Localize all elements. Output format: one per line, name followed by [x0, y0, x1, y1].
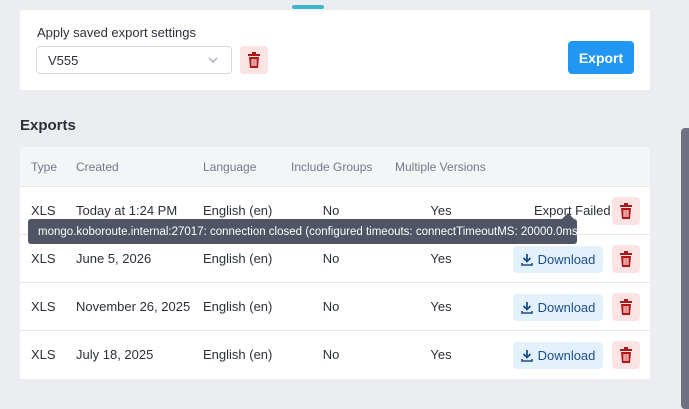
page-scrollbar[interactable] — [681, 128, 689, 409]
row-created: June 5, 2026 — [76, 251, 152, 266]
table-row: XLS July 18, 2025 English (en) No Yes Do… — [20, 330, 650, 378]
download-icon — [520, 254, 533, 266]
column-header-language: Language — [203, 160, 257, 174]
trash-icon — [248, 52, 260, 68]
row-type: XLS — [31, 347, 56, 362]
row-multiple-versions: Yes — [430, 347, 452, 362]
delete-saved-settings-button[interactable] — [240, 46, 268, 74]
row-type: XLS — [31, 203, 56, 218]
delete-export-button[interactable] — [612, 245, 640, 273]
chevron-down-icon — [208, 57, 218, 64]
row-include-groups: No — [322, 299, 340, 314]
column-header-include-groups: Include Groups — [291, 160, 373, 174]
exports-heading: Exports — [20, 117, 76, 134]
row-language: English (en) — [203, 251, 273, 266]
column-header-multiple-versions: Multiple Versions — [395, 160, 486, 174]
trash-icon — [620, 347, 632, 363]
download-button[interactable]: Download — [513, 294, 603, 321]
export-button[interactable]: Export — [568, 41, 634, 74]
export-error-tooltip: mongo.koboroute.internal:27017: connecti… — [28, 219, 577, 244]
row-created: Today at 1:24 PM — [76, 203, 178, 218]
download-button-label: Download — [537, 252, 596, 267]
row-include-groups: No — [322, 347, 340, 362]
export-settings-card: Apply saved export settings V555 Export — [20, 10, 650, 90]
column-header-type: Type — [31, 160, 58, 174]
saved-settings-select[interactable]: V555 — [36, 46, 232, 74]
row-language: English (en) — [203, 203, 273, 218]
download-icon — [520, 350, 533, 362]
active-tab-indicator — [292, 5, 324, 9]
download-button[interactable]: Download — [513, 246, 603, 273]
trash-icon — [620, 203, 632, 219]
saved-settings-label: Apply saved export settings — [37, 25, 196, 40]
exports-page: Apply saved export settings V555 Export … — [0, 0, 689, 409]
row-multiple-versions: Yes — [430, 299, 452, 314]
download-button[interactable]: Download — [513, 342, 603, 369]
row-type: XLS — [31, 251, 56, 266]
trash-icon — [620, 251, 632, 267]
table-row: XLS November 26, 2025 English (en) No Ye… — [20, 282, 650, 330]
table-header: Type Created Language Include Groups Mul… — [20, 147, 650, 186]
delete-export-button[interactable] — [612, 293, 640, 321]
download-button-label: Download — [537, 348, 596, 363]
row-type: XLS — [31, 299, 56, 314]
row-multiple-versions: Yes — [430, 203, 452, 218]
download-button-label: Download — [537, 300, 596, 315]
row-language: English (en) — [203, 347, 273, 362]
download-icon — [520, 302, 533, 314]
row-multiple-versions: Yes — [430, 251, 452, 266]
delete-export-button[interactable] — [612, 341, 640, 369]
row-created: July 18, 2025 — [76, 347, 154, 362]
row-created: November 26, 2025 — [76, 299, 191, 314]
column-header-created: Created — [76, 160, 119, 174]
trash-icon — [620, 299, 632, 315]
exports-table: Type Created Language Include Groups Mul… — [20, 147, 650, 379]
saved-settings-value: V555 — [48, 53, 79, 68]
row-include-groups: No — [322, 251, 340, 266]
delete-export-button[interactable] — [612, 197, 640, 225]
row-include-groups: No — [322, 203, 340, 218]
row-language: English (en) — [203, 299, 273, 314]
